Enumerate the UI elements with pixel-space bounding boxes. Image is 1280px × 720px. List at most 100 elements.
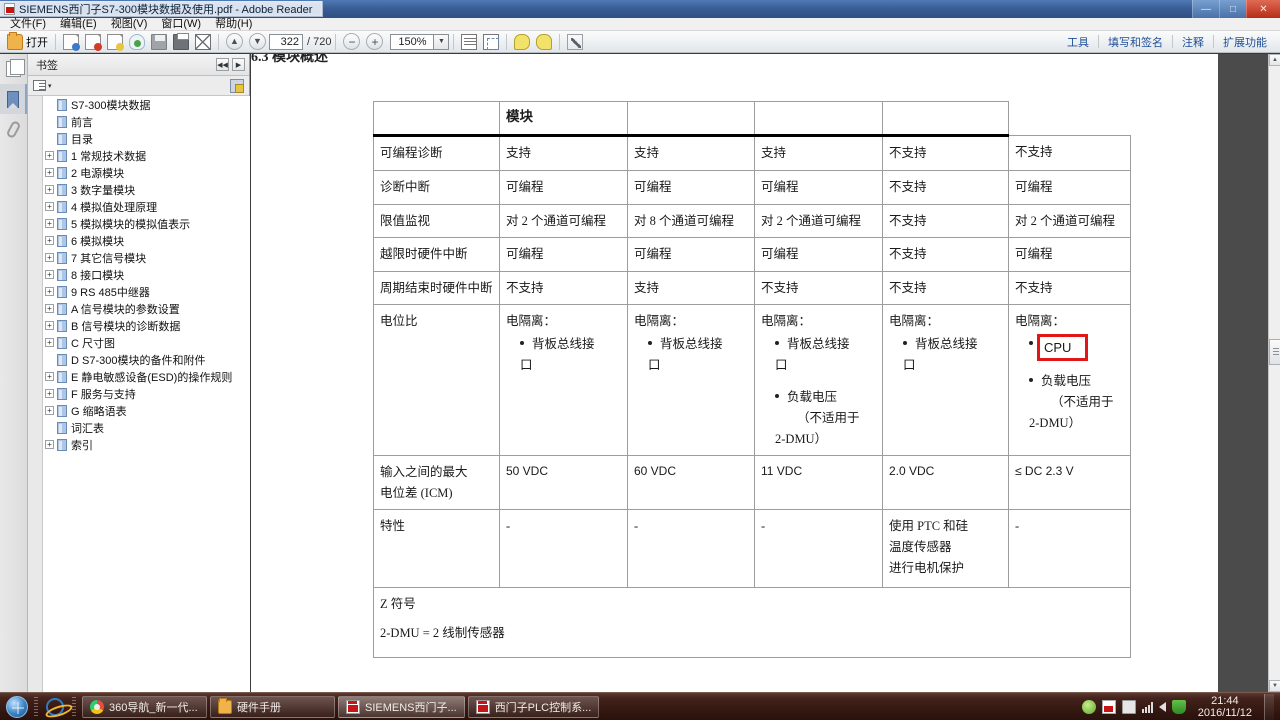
options-caret-icon[interactable]: ▾: [48, 82, 52, 90]
new-bookmark-icon[interactable]: [230, 78, 244, 93]
bookmark-item[interactable]: +5 模拟模块的模拟值表示: [43, 215, 250, 232]
menu-item-file[interactable]: 文件(F): [4, 18, 52, 31]
expand-plus-icon[interactable]: +: [45, 219, 54, 228]
bookmark-item[interactable]: 词汇表: [43, 419, 250, 436]
minimize-button[interactable]: —: [1192, 0, 1219, 18]
bookmark-item[interactable]: + G 缩略语表: [43, 402, 250, 419]
bookmark-item[interactable]: +7 其它信号模块: [43, 249, 250, 266]
volume-icon[interactable]: [1158, 701, 1166, 712]
menu-item-edit[interactable]: 编辑(E): [54, 18, 103, 31]
next-page-button[interactable]: ▼: [246, 32, 269, 52]
bookmark-item[interactable]: + B 信号模块的诊断数据: [43, 317, 250, 334]
expand-plus-icon[interactable]: +: [45, 236, 54, 245]
highlight-text-button[interactable]: [533, 32, 555, 52]
expand-plus-icon[interactable]: +: [45, 287, 54, 296]
tools-link[interactable]: 工具: [1058, 34, 1098, 50]
bookmark-item[interactable]: + 索引: [43, 436, 250, 453]
create-pdf-button[interactable]: [60, 32, 82, 52]
upload-cloud-button[interactable]: [126, 32, 148, 52]
export-pdf-button[interactable]: [82, 32, 104, 52]
taskbar-item-browser[interactable]: 360导航_新一代...: [82, 695, 207, 718]
bookmark-item[interactable]: 前言: [43, 113, 250, 130]
menu-item-window[interactable]: 窗口(W): [155, 18, 207, 31]
expand-plus-icon[interactable]: +: [45, 406, 54, 415]
bookmark-item[interactable]: + C 尺寸图: [43, 334, 250, 351]
expand-plus-icon[interactable]: +: [45, 185, 54, 194]
extended-features-link[interactable]: 扩展功能: [1214, 34, 1276, 50]
print-button[interactable]: [170, 32, 192, 52]
bookmarks-list[interactable]: S7-300模块数据 前言 目录 +1 常规技术数据 +2 电源模块 +3 数字量模块 +4…: [42, 96, 250, 692]
expand-plus-icon[interactable]: +: [45, 338, 54, 347]
clock[interactable]: 21:44 2016/11/12: [1192, 695, 1258, 719]
taskbar-grip-2[interactable]: [72, 696, 76, 717]
menu-item-view[interactable]: 视图(V): [105, 18, 154, 31]
collapse-panel-icon[interactable]: ◀◀: [216, 58, 229, 71]
bookmark-item[interactable]: + F 服务与支持: [43, 385, 250, 402]
start-button[interactable]: [0, 694, 34, 720]
snapshot-button[interactable]: [480, 32, 502, 52]
bookmark-item[interactable]: + A 信号模块的参数设置: [43, 300, 250, 317]
document-vertical-scrollbar[interactable]: ▲ ▼: [1268, 54, 1280, 692]
comment-link[interactable]: 注释: [1173, 34, 1213, 50]
page-thumbnails-button[interactable]: [0, 54, 27, 84]
expand-plus-icon[interactable]: +: [45, 440, 54, 449]
tray-pdf-icon[interactable]: [1101, 699, 1116, 714]
zoom-in-button[interactable]: +: [363, 32, 386, 52]
bookmark-item[interactable]: +2 电源模块: [43, 164, 250, 181]
maximize-button[interactable]: □: [1219, 0, 1246, 18]
bookmark-item[interactable]: +8 接口模块: [43, 266, 250, 283]
zoom-level-input[interactable]: 150%: [390, 33, 435, 50]
chevron-down-icon[interactable]: ▼: [434, 33, 450, 50]
add-comment-button[interactable]: [511, 32, 533, 52]
zoom-out-button[interactable]: −: [340, 32, 363, 52]
row-cell: -: [1008, 509, 1131, 589]
bookmark-item[interactable]: +9 RS 485中继器: [43, 283, 250, 300]
close-button[interactable]: ✕: [1246, 0, 1280, 18]
taskbar-item-folder[interactable]: 硬件手册: [210, 695, 335, 718]
bookmark-item[interactable]: S7-300模块数据: [43, 96, 250, 113]
save-button[interactable]: [148, 32, 170, 52]
fill-and-sign-link[interactable]: 填写和签名: [1099, 34, 1172, 50]
email-button[interactable]: [192, 32, 214, 52]
options-menu-icon[interactable]: [33, 80, 46, 91]
page-number-input[interactable]: 322: [269, 33, 303, 50]
show-desktop-button[interactable]: [1264, 693, 1274, 720]
security-shield-icon[interactable]: [1171, 699, 1186, 714]
expand-plus-icon[interactable]: +: [45, 253, 54, 262]
bookmark-item[interactable]: + E 静电敏感设备(ESD)的操作规则: [43, 368, 250, 385]
expand-plus-icon[interactable]: +: [45, 304, 54, 313]
attachments-button[interactable]: [0, 114, 27, 144]
open-button[interactable]: 打开: [4, 31, 51, 52]
bookmark-item[interactable]: +1 常规技术数据: [43, 147, 250, 164]
bookmark-item[interactable]: D S7-300模块的备件和附件: [43, 351, 250, 368]
expand-plus-icon[interactable]: +: [45, 151, 54, 160]
menu-item-help[interactable]: 帮助(H): [209, 18, 258, 31]
scroll-up-arrow-icon[interactable]: ▲: [1269, 54, 1280, 66]
expand-plus-icon[interactable]: +: [45, 168, 54, 177]
expand-panel-icon[interactable]: ▶: [232, 58, 245, 71]
taskbar-item-siemens-pdf[interactable]: SIEMENS西门子...: [338, 695, 465, 718]
scroll-down-arrow-icon[interactable]: ▼: [1269, 680, 1280, 692]
bookmarks-button[interactable]: [0, 84, 27, 114]
bookmark-item[interactable]: +6 模拟模块: [43, 232, 250, 249]
network-signal-icon[interactable]: [1141, 701, 1153, 713]
previous-page-button[interactable]: ▲: [223, 32, 246, 52]
edit-pdf-button[interactable]: [104, 32, 126, 52]
taskbar-item-plc-pdf[interactable]: 西门子PLC控制系...: [467, 695, 600, 718]
expand-plus-icon[interactable]: +: [45, 202, 54, 211]
read-mode-button[interactable]: [564, 32, 586, 52]
bookmark-item[interactable]: +3 数字量模块: [43, 181, 250, 198]
document-viewport[interactable]: 6.3 模块概述 模块 可编程诊断 支持 支持 支持 不支持 不支持 诊断中断 …: [251, 54, 1280, 692]
bookmark-item[interactable]: +4 模拟值处理原理: [43, 198, 250, 215]
expand-plus-icon[interactable]: +: [45, 270, 54, 279]
internet-explorer-icon[interactable]: [46, 697, 64, 716]
tray-monitor-icon[interactable]: [1121, 699, 1136, 714]
expand-plus-icon[interactable]: +: [45, 321, 54, 330]
expand-plus-icon[interactable]: +: [45, 372, 54, 381]
tray-360-icon[interactable]: [1081, 699, 1096, 714]
fit-width-button[interactable]: [458, 32, 480, 52]
expand-plus-icon[interactable]: +: [45, 389, 54, 398]
bookmark-item[interactable]: 目录: [43, 130, 250, 147]
row-cell: 支持: [627, 270, 755, 306]
scrollbar-thumb[interactable]: [1269, 339, 1280, 365]
